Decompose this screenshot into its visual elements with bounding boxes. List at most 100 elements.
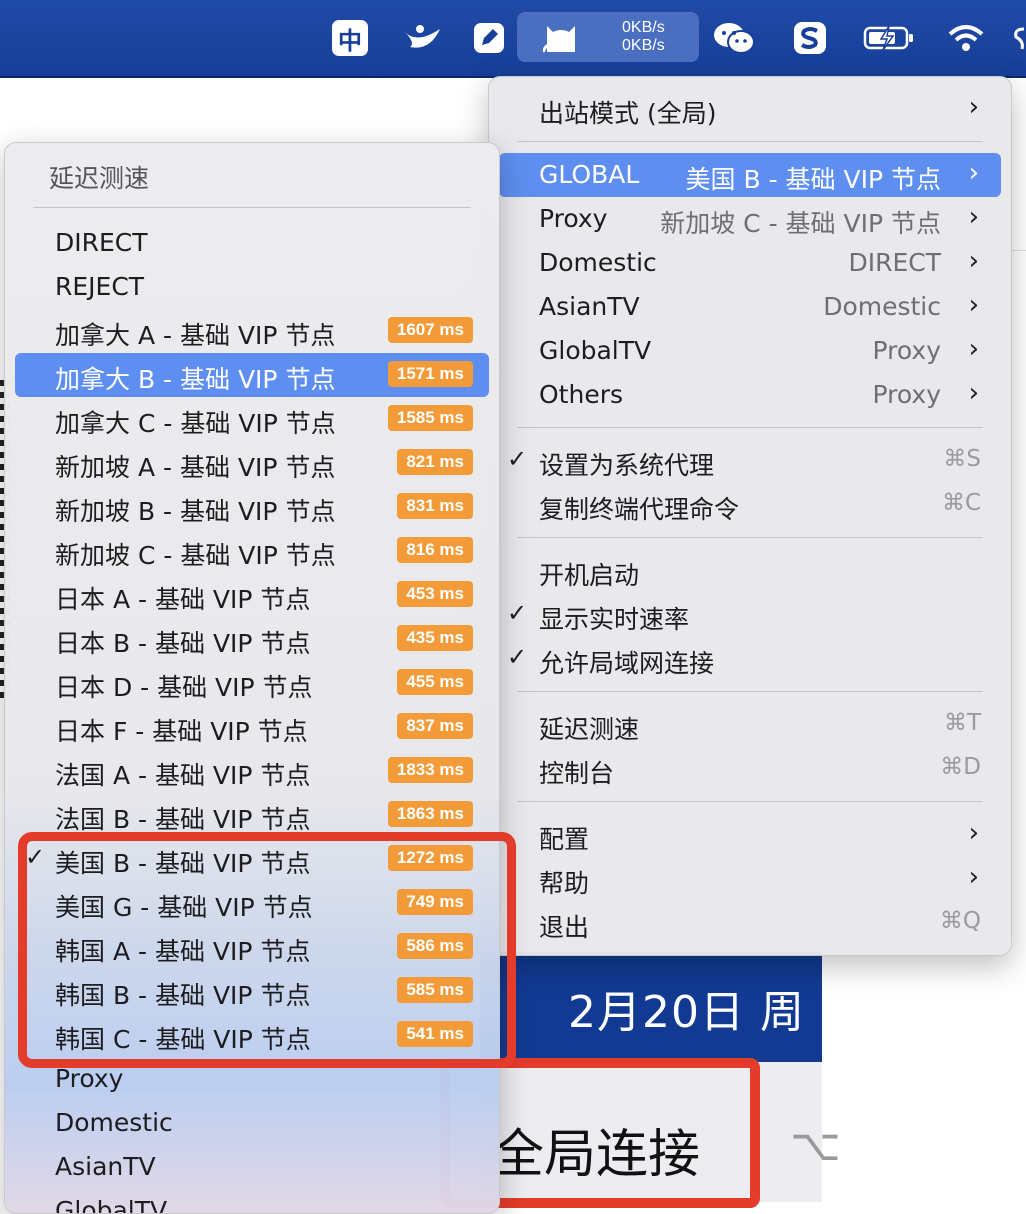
- proxy-item[interactable]: Proxy: [15, 1057, 489, 1101]
- latency-badge: 837 ms: [397, 713, 473, 739]
- proxy-submenu: 延迟测速 DIRECT REJECT 加拿大 A - 基础 VIP 节点 1607 m…: [4, 142, 500, 1214]
- latency-badge: 1833 ms: [387, 757, 473, 783]
- menu-item-launch-at-login[interactable]: 开机启动: [499, 549, 1001, 593]
- latency-badge: 1585 ms: [387, 405, 473, 431]
- proxy-item[interactable]: 新加坡 B - 基础 VIP 节点 831 ms: [15, 485, 489, 529]
- chevron-right-icon: ›: [968, 290, 979, 320]
- menu-separator: [33, 207, 471, 208]
- proxy-item-label: REJECT: [55, 272, 145, 301]
- latency-badge: 1607 ms: [387, 317, 473, 343]
- checkmark-icon: ✓: [507, 445, 528, 473]
- menu-item-group-asiantv[interactable]: AsianTV Domestic ›: [499, 285, 1001, 329]
- latency-badge: 541 ms: [397, 1021, 473, 1047]
- proxy-item-label: 加拿大 C - 基础 VIP 节点: [55, 409, 336, 438]
- partial-status-icon[interactable]: [1012, 20, 1026, 56]
- proxy-item[interactable]: 美国 G - 基础 VIP 节点 749 ms: [15, 881, 489, 925]
- menu-separator: [517, 537, 983, 538]
- latency-badge: 831 ms: [397, 493, 473, 519]
- menu-item-set-system-proxy[interactable]: ✓ 设置为系统代理 ⌘S: [499, 439, 1001, 483]
- proxy-item[interactable]: 日本 F - 基础 VIP 节点 837 ms: [15, 705, 489, 749]
- proxy-item-label: 加拿大 A - 基础 VIP 节点: [55, 321, 336, 350]
- menu-item-outbound-mode[interactable]: 出站模式 (全局) ›: [499, 87, 1001, 131]
- latency-badge: 1571 ms: [387, 361, 473, 387]
- proxy-item-label: 新加坡 A - 基础 VIP 节点: [55, 453, 336, 482]
- proxy-item[interactable]: 加拿大 B - 基础 VIP 节点 1571 ms: [15, 353, 489, 397]
- input-method-label: 中: [338, 26, 362, 55]
- menu-item-group-globaltv[interactable]: GlobalTV Proxy ›: [499, 329, 1001, 373]
- latency-badge: 816 ms: [397, 537, 473, 563]
- proxy-item[interactable]: 日本 B - 基础 VIP 节点 435 ms: [15, 617, 489, 661]
- proxy-item-label: 法国 A - 基础 VIP 节点: [55, 761, 311, 790]
- proxy-item[interactable]: 法国 B - 基础 VIP 节点 1863 ms: [15, 793, 489, 837]
- menu-item-group-domestic[interactable]: Domestic DIRECT ›: [499, 241, 1001, 285]
- proxy-item-label: AsianTV: [55, 1152, 156, 1181]
- proxy-item-label: Proxy: [55, 1064, 124, 1093]
- menu-item-latency-test[interactable]: 延迟测速 ⌘T: [499, 703, 1001, 747]
- proxy-item[interactable]: AsianTV: [15, 1145, 489, 1189]
- proxy-item-label: 韩国 B - 基础 VIP 节点: [55, 981, 311, 1010]
- menu-item-group-proxy[interactable]: Proxy 新加坡 C - 基础 VIP 节点 ›: [499, 197, 1001, 241]
- proxy-item-label: 新加坡 C - 基础 VIP 节点: [55, 541, 336, 570]
- checkmark-icon: ✓: [507, 643, 528, 671]
- menu-item-show-speed[interactable]: ✓ 显示实时速率: [499, 593, 1001, 637]
- menu-item-config[interactable]: 配置 ›: [499, 813, 1001, 857]
- proxy-item-label: 韩国 C - 基础 VIP 节点: [55, 1025, 311, 1054]
- background-divider: [1010, 250, 1026, 901]
- chevron-right-icon: ›: [968, 92, 979, 122]
- proxy-item[interactable]: 新加坡 A - 基础 VIP 节点 821 ms: [15, 441, 489, 485]
- proxy-item[interactable]: 新加坡 C - 基础 VIP 节点 816 ms: [15, 529, 489, 573]
- proxy-item[interactable]: 加拿大 A - 基础 VIP 节点 1607 ms: [15, 309, 489, 353]
- latency-badge: 455 ms: [397, 669, 473, 695]
- background-key-hint: ⌥: [790, 1121, 841, 1170]
- menu-item-group-others[interactable]: Others Proxy ›: [499, 373, 1001, 417]
- proxy-item[interactable]: 法国 A - 基础 VIP 节点 1833 ms: [15, 749, 489, 793]
- menu-separator: [517, 691, 983, 692]
- menu-item-allow-lan[interactable]: ✓ 允许局域网连接: [499, 637, 1001, 681]
- network-speed-widget[interactable]: 0KB/s 0KB/s: [517, 12, 699, 62]
- input-method-icon[interactable]: 中: [332, 20, 368, 56]
- chevron-right-icon: ›: [968, 202, 979, 232]
- menu-item-quit[interactable]: 退出 ⌘Q: [499, 901, 1001, 945]
- menu-separator: [517, 427, 983, 428]
- menu-item-help[interactable]: 帮助 ›: [499, 857, 1001, 901]
- proxy-item[interactable]: REJECT: [15, 265, 489, 309]
- proxy-item-label: 日本 F - 基础 VIP 节点: [55, 717, 308, 746]
- proxy-item[interactable]: 日本 D - 基础 VIP 节点 455 ms: [15, 661, 489, 705]
- wifi-icon[interactable]: [946, 20, 986, 56]
- proxy-item-label: 美国 G - 基础 VIP 节点: [55, 893, 313, 922]
- menu-item-copy-terminal-command[interactable]: 复制终端代理命令 ⌘C: [499, 483, 1001, 527]
- chevron-right-icon: ›: [968, 246, 979, 276]
- chevron-right-icon: ›: [968, 818, 979, 848]
- latency-badge: 1863 ms: [387, 801, 473, 827]
- proxy-item[interactable]: 韩国 A - 基础 VIP 节点 586 ms: [15, 925, 489, 969]
- proxy-item-label: 韩国 A - 基础 VIP 节点: [55, 937, 311, 966]
- proxy-item[interactable]: DIRECT: [15, 221, 489, 265]
- menu-item-group-global[interactable]: GLOBAL 美国 B - 基础 VIP 节点 ›: [499, 153, 1001, 197]
- chevron-right-icon: ›: [968, 334, 979, 364]
- sogou-bird-icon[interactable]: [400, 20, 444, 56]
- proxy-item-label: 加拿大 B - 基础 VIP 节点: [55, 365, 336, 394]
- proxy-item[interactable]: 韩国 C - 基础 VIP 节点 541 ms: [15, 1013, 489, 1057]
- proxy-item-label: 法国 B - 基础 VIP 节点: [55, 805, 311, 834]
- sougou-s-icon[interactable]: [792, 20, 828, 56]
- latency-badge: 586 ms: [397, 933, 473, 959]
- chevron-right-icon: ›: [968, 158, 979, 188]
- proxy-item-label: 新加坡 B - 基础 VIP 节点: [55, 497, 336, 526]
- proxy-item[interactable]: Domestic: [15, 1101, 489, 1145]
- pen-app-icon[interactable]: [472, 20, 506, 56]
- download-speed: 0KB/s: [622, 37, 665, 54]
- proxy-item-label: DIRECT: [55, 228, 148, 257]
- submenu-header-latency-test[interactable]: 延迟测速: [49, 159, 149, 195]
- proxy-item-label: Domestic: [55, 1108, 173, 1137]
- chevron-right-icon: ›: [968, 378, 979, 408]
- wechat-icon[interactable]: [712, 20, 756, 56]
- proxy-item[interactable]: 日本 A - 基础 VIP 节点 453 ms: [15, 573, 489, 617]
- proxy-item[interactable]: 加拿大 C - 基础 VIP 节点 1585 ms: [15, 397, 489, 441]
- battery-charging-icon[interactable]: [862, 20, 916, 56]
- menu-item-dashboard[interactable]: 控制台 ⌘D: [499, 747, 1001, 791]
- menu-bar: 中 0KB/s 0KB/s: [0, 0, 1026, 78]
- proxy-item[interactable]: ✓ 美国 B - 基础 VIP 节点 1272 ms: [15, 837, 489, 881]
- latency-badge: 821 ms: [397, 449, 473, 475]
- proxy-item[interactable]: 韩国 B - 基础 VIP 节点 585 ms: [15, 969, 489, 1013]
- proxy-item-label: 日本 D - 基础 VIP 节点: [55, 673, 313, 702]
